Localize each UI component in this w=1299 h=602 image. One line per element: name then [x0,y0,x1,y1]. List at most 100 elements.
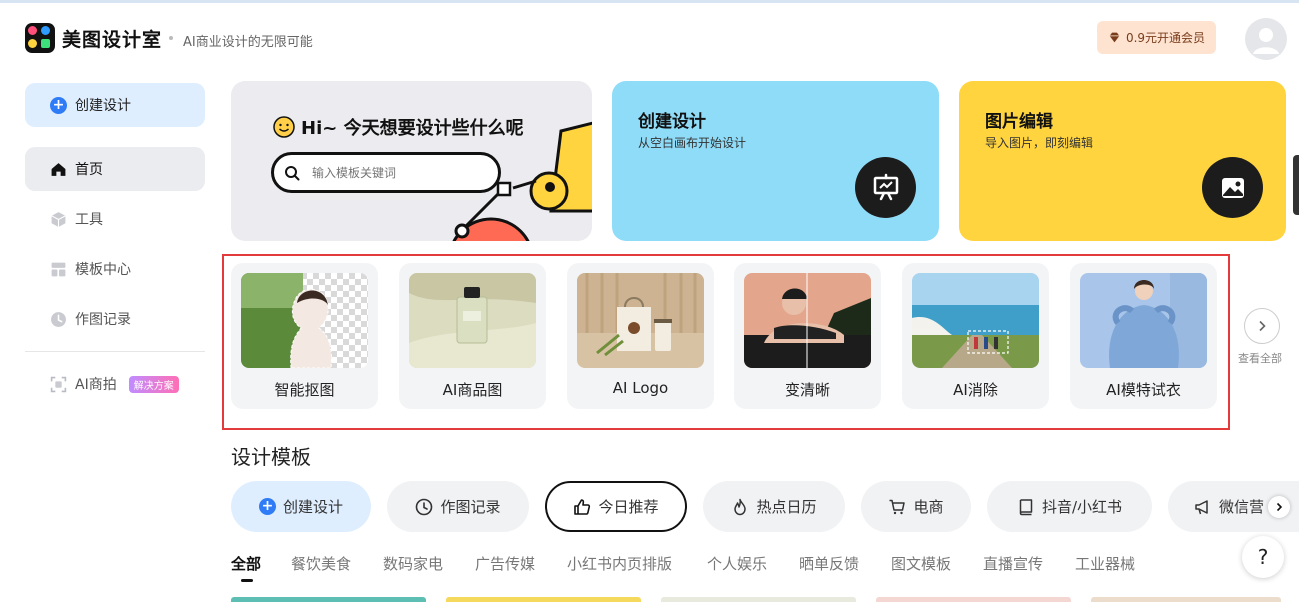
sidebar-item-label: 作图记录 [75,312,131,328]
pill-label: 热点日历 [756,498,817,516]
category-tab[interactable]: 图文模板 [891,553,951,574]
vip-label: 0.9元开通会员 [1125,31,1206,45]
vip-button[interactable]: 0.9元开通会员 [1097,21,1216,54]
card-title: 图片编辑 [985,112,1053,132]
image-edit-card[interactable]: 图片编辑 导入图片，即刻编辑 [959,81,1286,241]
right-edge-tab[interactable] [1293,155,1299,215]
tool-label: AI商品图 [442,381,503,399]
sidebar-create-design-button[interactable]: + 创建设计 [25,83,205,127]
template-thumbnail[interactable] [661,597,856,602]
tool-enhance-clarity[interactable]: 变清晰 [734,263,881,409]
tool-smart-cutout[interactable]: 智能抠图 [231,263,378,409]
clock-icon [51,311,66,327]
category-tab-all[interactable]: 全部 [231,553,261,574]
flame-icon [734,498,747,515]
templates-section-title: 设计模板 [231,445,311,469]
brand-name[interactable]: 美图设计室 [62,25,162,52]
scan-icon [50,376,67,392]
sidebar-item-ai-shoot[interactable]: AI商拍 解决方案 [25,362,205,406]
brand-slogan: AI商业设计的无限可能 [183,35,313,50]
tool-ai-model-tryon[interactable]: AI模特试衣 [1070,263,1217,409]
sidebar-item-label: 模板中心 [75,262,131,278]
plus-circle-icon: + [258,498,276,515]
megaphone-icon [1195,499,1208,514]
category-tab[interactable]: 个人娱乐 [707,553,767,574]
template-thumbnail[interactable] [446,597,641,602]
category-tab[interactable]: 餐饮美食 [291,553,351,574]
category-tab[interactable]: 小红书内页排版 [567,553,672,574]
pill-douyin-xhs[interactable]: 抖音/小红书 [987,481,1152,532]
template-thumbnail[interactable] [1091,597,1281,602]
thumbs-up-icon [574,498,591,515]
tool-thumbnail [912,273,1039,368]
easel-icon [873,173,898,200]
sidebar-item-label: 工具 [75,212,103,228]
image-icon [1221,177,1244,198]
sidebar-divider [25,351,205,352]
tool-ai-logo[interactable]: AI Logo [567,263,714,409]
sidebar-item-home[interactable]: 首页 [25,147,205,191]
pill-ecommerce[interactable]: 电商 [861,481,971,532]
sidebar-item-templates[interactable]: 模板中心 [25,247,205,291]
card-subtitle: 导入图片，即刻编辑 [985,136,1094,150]
template-thumbnail[interactable] [231,597,426,602]
brand-logo-icon[interactable] [25,23,55,53]
tool-label: 变清晰 [784,381,830,399]
see-all-arrow-button[interactable] [1244,308,1280,344]
category-tab[interactable]: 广告传媒 [475,553,535,574]
pill-create-design[interactable]: + 创建设计 [231,481,371,532]
hero-search-card: Hi~ 今天想要设计些什么呢 [231,81,592,241]
see-all-link[interactable]: 查看全部 [1238,350,1282,366]
sidebar-item-tools[interactable]: 工具 [25,197,205,241]
hero-greeting: Hi~ 今天想要设计些什么呢 [273,114,524,140]
tool-thumbnail [744,273,871,368]
category-tab[interactable]: 直播宣传 [983,553,1043,574]
category-tab[interactable]: 晒单反馈 [799,553,859,574]
hero-search-box[interactable] [271,152,501,193]
sidebar-item-label: AI商拍 [75,377,117,393]
tool-label: AI Logo [612,379,669,397]
top-border [0,0,1299,3]
tool-ai-erase[interactable]: AI消除 [902,263,1049,409]
sidebar-item-history[interactable]: 作图记录 [25,297,205,341]
template-icon [51,262,66,276]
image-icon-circle [1202,157,1263,218]
category-tab[interactable]: 数码家电 [383,553,443,574]
book-icon [1019,498,1033,515]
create-design-card[interactable]: 创建设计 从空白画布开始设计 [612,81,939,241]
create-design-label: 创建设计 [75,98,131,114]
template-search-input[interactable] [312,165,462,180]
help-button[interactable]: ? [1242,536,1284,578]
user-icon [1253,28,1279,54]
tool-ai-product-image[interactable]: AI商品图 [399,263,546,409]
template-thumbnail[interactable] [876,597,1071,602]
easel-icon-circle [855,157,916,218]
pill-hot-calendar[interactable]: 热点日历 [703,481,845,532]
pill-today-recommend[interactable]: 今日推荐 [545,481,687,532]
tool-label: AI模特试衣 [1106,381,1181,399]
clock-icon [416,498,433,515]
pill-label: 创建设计 [282,498,343,516]
pill-history[interactable]: 作图记录 [387,481,529,532]
pill-label: 今日推荐 [598,498,659,516]
tool-thumbnail [409,273,536,368]
tool-label: AI消除 [953,381,998,399]
home-icon [51,162,66,176]
card-title: 创建设计 [638,112,706,132]
chevron-right-icon [1276,502,1283,512]
sidebar-item-label: 首页 [75,162,103,178]
tool-thumbnail [241,273,368,368]
category-tab[interactable]: 工业器械 [1075,553,1135,574]
search-icon [285,165,300,180]
diamond-icon [1109,32,1120,43]
pill-label: 抖音/小红书 [1041,498,1123,516]
card-subtitle: 从空白画布开始设计 [638,136,747,150]
category-active-indicator [241,579,253,582]
tool-label: 智能抠图 [274,381,335,399]
pill-label: 微信营 [1219,498,1265,516]
pills-scroll-right-button[interactable] [1268,496,1290,518]
pill-label: 作图记录 [440,498,501,516]
smile-emoji-icon [273,116,295,138]
user-avatar[interactable] [1245,18,1287,60]
pill-label: 电商 [913,498,944,516]
